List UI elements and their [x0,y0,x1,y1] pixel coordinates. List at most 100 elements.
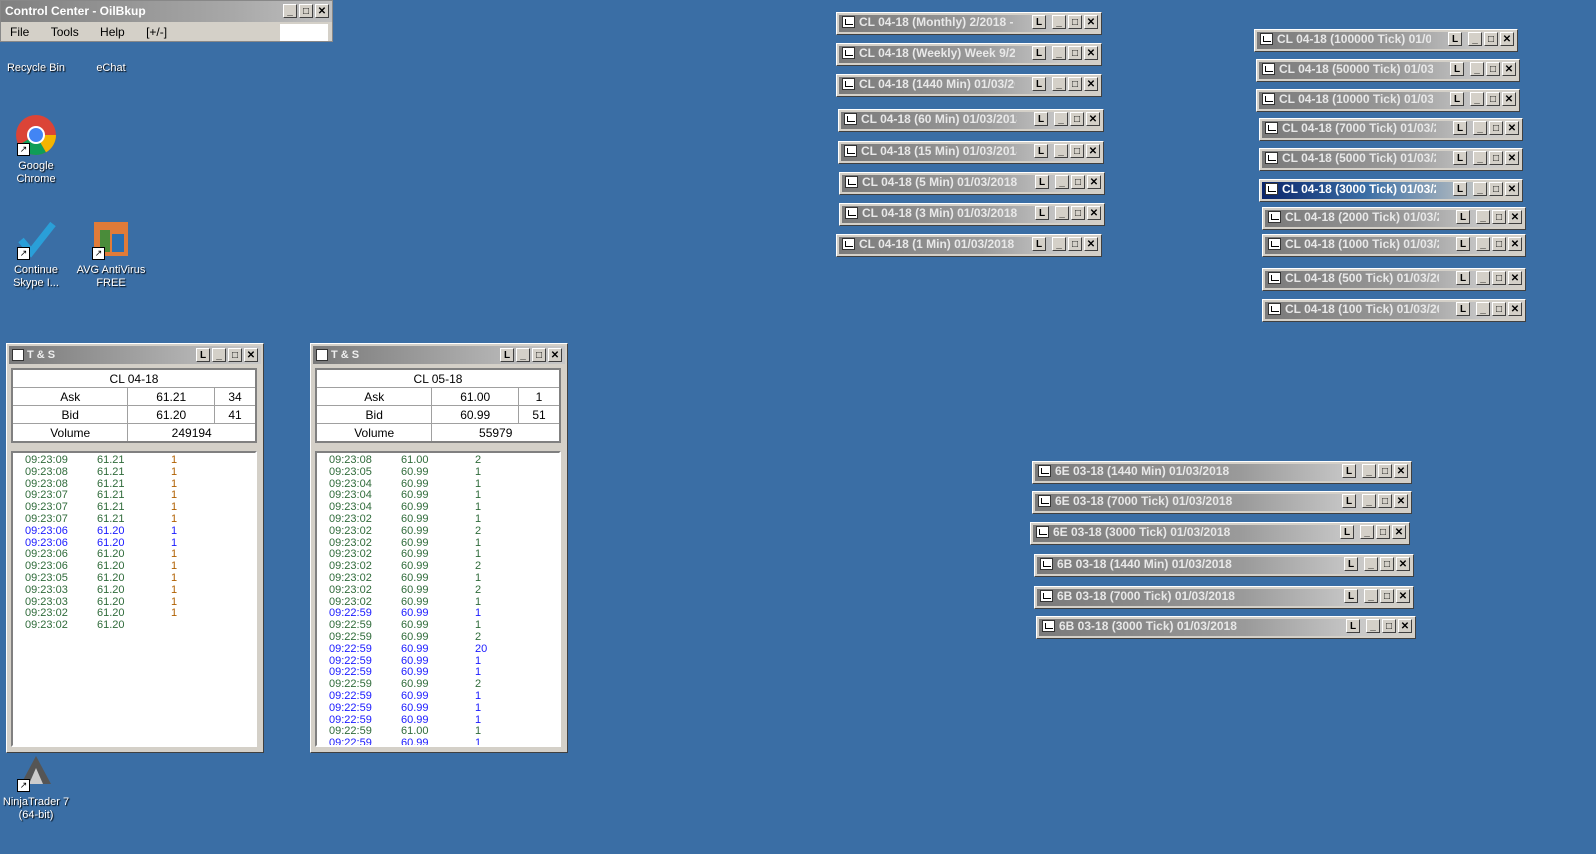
link-button[interactable]: L [1456,237,1470,251]
close-button[interactable]: ✕ [1394,494,1408,508]
chart-window-bar[interactable]: CL 04-18 (10000 Tick) 01/03 L _ □ ✕ [1256,89,1520,112]
maximize-button[interactable]: □ [1068,15,1082,29]
link-button[interactable]: L [1344,589,1358,603]
maximize-button[interactable]: □ [1492,210,1506,224]
chart-window-bar[interactable]: CL 04-18 (100 Tick) 01/03/20 L _ □ ✕ [1262,299,1526,322]
close-button[interactable]: ✕ [1087,175,1101,189]
desktop-icon-chrome[interactable]: ↗ Google Chrome [0,114,74,186]
close-button[interactable]: ✕ [1505,151,1519,165]
maximize-button[interactable]: □ [228,348,242,362]
chart-window-bar[interactable]: 6E 03-18 (1440 Min) 01/03/2018 L _ □ ✕ [1032,461,1412,484]
maximize-button[interactable]: □ [1068,237,1082,251]
time-and-sales-window-1[interactable]: T & S L _ □ ✕ CL 04-18 Ask 61.21 34 Bid 61.… [6,343,264,753]
chart-window-bar[interactable]: CL 04-18 (3 Min) 01/03/2018 L _ □ ✕ [839,203,1105,226]
chart-window-bar[interactable]: CL 04-18 (Monthly) 2/2018 - 2 L _ □ ✕ [836,12,1102,35]
link-button[interactable]: L [500,348,514,362]
chart-window-bar[interactable]: CL 04-18 (1440 Min) 01/03/20 L _ □ ✕ [836,74,1102,97]
minimize-button[interactable]: _ [1473,121,1487,135]
minimize-button[interactable]: _ [1055,206,1069,220]
maximize-button[interactable]: □ [1492,302,1506,316]
ts-titlebar[interactable]: T & S L _ □ ✕ [313,346,565,364]
minimize-button[interactable]: _ [1052,15,1066,29]
close-button[interactable]: ✕ [1086,144,1100,158]
minimize-button[interactable]: _ [1052,46,1066,60]
link-button[interactable]: L [1453,121,1467,135]
maximize-button[interactable]: □ [1376,525,1390,539]
desktop-icon-recycle-bin[interactable]: Recycle Bin [0,44,74,75]
link-button[interactable]: L [1456,302,1470,316]
minimize-button[interactable]: _ [1366,619,1380,633]
menu-expand[interactable]: [+/-] [137,22,176,42]
chart-window-bar[interactable]: CL 04-18 (60 Min) 01/03/2018 L _ □ ✕ [838,109,1104,132]
chart-window-bar[interactable]: CL 04-18 (1 Min) 01/03/2018 L _ □ ✕ [836,234,1102,257]
link-button[interactable]: L [1035,206,1049,220]
maximize-button[interactable]: □ [1378,464,1392,478]
time-and-sales-window-2[interactable]: T & S L _ □ ✕ CL 05-18 Ask 61.00 1 Bid 60.9… [310,343,568,753]
link-button[interactable]: L [1448,32,1462,46]
link-button[interactable]: L [1034,112,1048,126]
maximize-button[interactable]: □ [1492,271,1506,285]
link-button[interactable]: L [1453,182,1467,196]
maximize-button[interactable]: □ [1489,151,1503,165]
chart-window-bar[interactable]: 6B 03-18 (1440 Min) 01/03/2018 L _ □ ✕ [1034,554,1414,577]
chart-window-bar[interactable]: CL 04-18 (5000 Tick) 01/03/2 L _ □ ✕ [1259,148,1523,171]
close-button[interactable]: ✕ [1392,525,1406,539]
menu-help[interactable]: Help [91,22,134,42]
link-button[interactable]: L [196,348,210,362]
ts-trade-list[interactable]: 09:23:09 61.21 1 09:23:08 61.21 1 09:23:08 61.2… [11,451,257,747]
desktop-icon-avg[interactable]: ↗ AVG AntiVirus FREE [73,218,149,290]
minimize-button[interactable]: _ [1362,494,1376,508]
minimize-button[interactable]: _ [1364,589,1378,603]
link-button[interactable]: L [1342,494,1356,508]
maximize-button[interactable]: □ [1484,32,1498,46]
link-button[interactable]: L [1340,525,1354,539]
close-button[interactable]: ✕ [244,348,258,362]
close-button[interactable]: ✕ [1508,210,1522,224]
minimize-button[interactable]: _ [283,4,297,18]
maximize-button[interactable]: □ [1070,112,1084,126]
maximize-button[interactable]: □ [1068,77,1082,91]
maximize-button[interactable]: □ [1380,557,1394,571]
link-button[interactable]: L [1346,619,1360,633]
link-button[interactable]: L [1032,237,1046,251]
desktop-icon-ninjatrader[interactable]: ↗ NinjaTrader 7 (64-bit) [0,750,74,822]
link-button[interactable]: L [1450,92,1464,106]
chart-window-bar[interactable]: CL 04-18 (7000 Tick) 01/03/2 L _ □ ✕ [1259,118,1523,141]
maximize-button[interactable]: □ [532,348,546,362]
close-button[interactable]: ✕ [1505,182,1519,196]
close-button[interactable]: ✕ [1396,589,1410,603]
chart-window-bar[interactable]: CL 04-18 (5 Min) 01/03/2018 L _ □ ✕ [839,172,1105,195]
menu-file[interactable]: File [1,22,38,42]
link-button[interactable]: L [1032,46,1046,60]
desktop-icon-skype[interactable]: ↗ Continue Skype I... [0,218,74,290]
control-center-window[interactable]: Control Center - OilBkup _ □ ✕ File Tool… [0,0,333,42]
chart-window-bar[interactable]: CL 04-18 (Weekly) Week 9/20 L _ □ ✕ [836,43,1102,66]
ts-titlebar[interactable]: T & S L _ □ ✕ [9,346,261,364]
close-button[interactable]: ✕ [1084,77,1098,91]
maximize-button[interactable]: □ [1071,175,1085,189]
ts-trade-list[interactable]: 09:23:08 61.00 2 09:23:05 60.99 1 09:23:04 60.9… [315,451,561,747]
maximize-button[interactable]: □ [1489,182,1503,196]
maximize-button[interactable]: □ [1492,237,1506,251]
link-button[interactable]: L [1450,62,1464,76]
close-button[interactable]: ✕ [1502,92,1516,106]
control-center-titlebar[interactable]: Control Center - OilBkup _ □ ✕ [1,1,332,22]
close-button[interactable]: ✕ [1086,112,1100,126]
minimize-button[interactable]: _ [1476,271,1490,285]
chart-window-bar[interactable]: 6B 03-18 (7000 Tick) 01/03/2018 L _ □ ✕ [1034,586,1414,609]
close-button[interactable]: ✕ [1398,619,1412,633]
minimize-button[interactable]: _ [212,348,226,362]
maximize-button[interactable]: □ [1068,46,1082,60]
chart-window-bar[interactable]: CL 04-18 (500 Tick) 01/03/20 L _ □ ✕ [1262,268,1526,291]
minimize-button[interactable]: _ [1362,464,1376,478]
close-button[interactable]: ✕ [1500,32,1514,46]
chart-window-bar[interactable]: CL 04-18 (2000 Tick) 01/03/2 L _ □ ✕ [1262,207,1526,230]
chart-window-bar[interactable]: CL 04-18 (50000 Tick) 01/03/L _ □ ✕ [1256,59,1520,82]
minimize-button[interactable]: _ [1476,302,1490,316]
minimize-button[interactable]: _ [1055,175,1069,189]
chart-window-bar[interactable]: 6B 03-18 (3000 Tick) 01/03/2018 L _ □ ✕ [1036,616,1416,639]
close-button[interactable]: ✕ [1084,46,1098,60]
close-button[interactable]: ✕ [1508,237,1522,251]
chart-window-bar[interactable]: CL 04-18 (1000 Tick) 01/03/2 L _ □ ✕ [1262,234,1526,257]
close-button[interactable]: ✕ [1502,62,1516,76]
